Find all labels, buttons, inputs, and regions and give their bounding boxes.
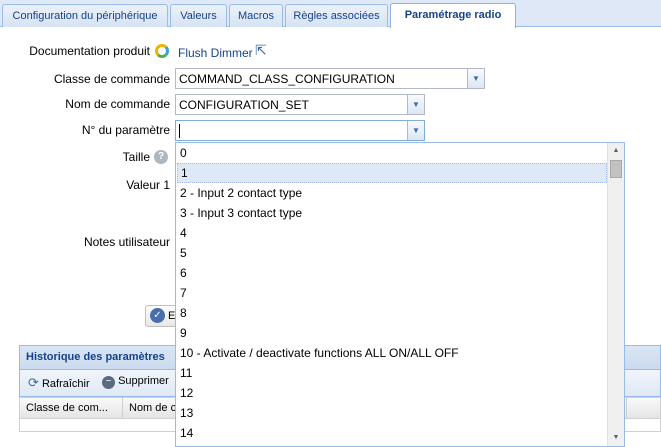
dropdown-option[interactable]: 13 [177,403,607,423]
check-icon: ✓ [150,308,165,323]
product-doc-icon [155,44,169,58]
save-button[interactable]: ✓ E [145,305,177,327]
tab-macros[interactable]: Macros [229,4,283,27]
size-label: Taille [122,150,150,164]
chevron-down-icon[interactable]: ▼ [467,69,484,88]
chevron-down-icon[interactable]: ▼ [407,95,424,114]
dropdown-scrollbar[interactable]: ▲ ▼ [607,143,624,446]
class-combo[interactable]: COMMAND_CLASS_CONFIGURATION ▼ [175,68,485,89]
dropdown-option[interactable]: 5 [177,243,607,263]
notes-label: Notes utilisateur [83,235,170,249]
param-label: N° du paramètre [81,123,170,137]
dropdown-option[interactable]: 3 - Input 3 contact type [177,203,607,223]
refresh-label: Rafraîchir [41,378,90,390]
value1-label: Valeur 1 [126,178,170,192]
dropdown-option[interactable]: 6 [177,263,607,283]
command-combo[interactable]: CONFIGURATION_SET ▼ [175,94,425,115]
class-value: COMMAND_CLASS_CONFIGURATION [179,72,395,86]
dropdown-option[interactable]: 14 [177,423,607,443]
command-label: Nom de commande [65,97,170,111]
scroll-thumb[interactable] [610,160,622,178]
dropdown-option[interactable]: 10 - Activate / deactivate functions ALL… [177,343,607,363]
refresh-icon: ⟳ [28,375,39,390]
dropdown-option[interactable]: 8 [177,303,607,323]
dropdown-option[interactable]: 0 [177,143,607,163]
param-combo[interactable]: ▼ [175,120,425,141]
refresh-button[interactable]: ⟳ Rafraîchir [28,375,90,391]
scroll-up-icon[interactable]: ▲ [608,143,624,159]
param-dropdown-list: 012 - Input 2 contact type 3 - Input 3 co… [175,142,625,447]
dropdown-option[interactable]: 7 [177,283,607,303]
scroll-down-icon[interactable]: ▼ [608,430,624,446]
minus-icon: − [102,376,115,389]
dropdown-option[interactable]: 2 - Input 2 contact type [177,183,607,203]
class-label: Classe de commande [53,72,170,86]
tab-valeurs[interactable]: Valeurs [170,4,227,27]
tab-parametrage-radio[interactable]: Paramétrage radio [390,3,516,28]
grid-column-extra[interactable] [626,398,661,418]
doc-label: Documentation produit [29,44,150,58]
delete-button[interactable]: − Supprimer [102,375,169,389]
tab-regles[interactable]: Règles associées [285,4,388,27]
help-icon[interactable]: ? [154,150,168,164]
dropdown-option[interactable]: 11 [177,363,607,383]
delete-label: Supprimer [118,375,169,387]
text-caret [179,124,180,138]
chevron-down-icon[interactable]: ▼ [407,121,424,140]
dropdown-option[interactable]: 9 [177,323,607,343]
tab-configuration[interactable]: Configuration du périphérique [2,4,168,27]
doc-link[interactable]: Flush Dimmer [178,46,253,60]
dropdown-option[interactable]: 4 [177,223,607,243]
external-link-icon[interactable]: ⇱ [255,42,267,59]
command-value: CONFIGURATION_SET [179,98,309,112]
grid-column-classe[interactable]: Classe de com... [20,398,123,418]
tab-bar: Configuration du périphérique Valeurs Ma… [0,0,661,28]
dropdown-option[interactable]: 12 [177,383,607,403]
dropdown-option[interactable]: 1 [177,163,607,183]
grid-column-nom[interactable]: Nom de c [123,398,183,418]
